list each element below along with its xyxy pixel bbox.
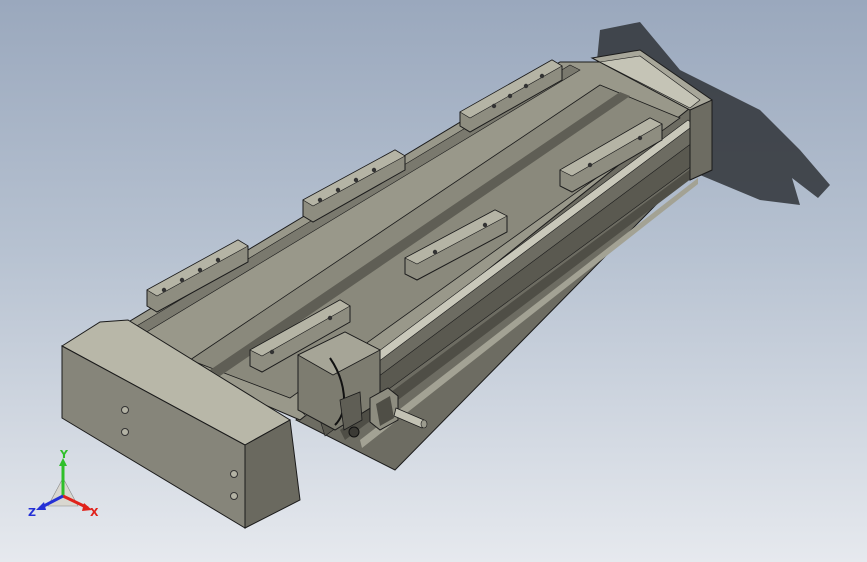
- x-axis-label: X: [90, 506, 99, 519]
- axis-triad-icon: [36, 458, 92, 511]
- graphics-viewport[interactable]: Y X Z: [0, 0, 867, 562]
- y-axis-label: Y: [59, 448, 69, 461]
- z-axis-label: Z: [28, 506, 36, 519]
- 3d-model-scene[interactable]: Y X Z: [0, 0, 867, 562]
